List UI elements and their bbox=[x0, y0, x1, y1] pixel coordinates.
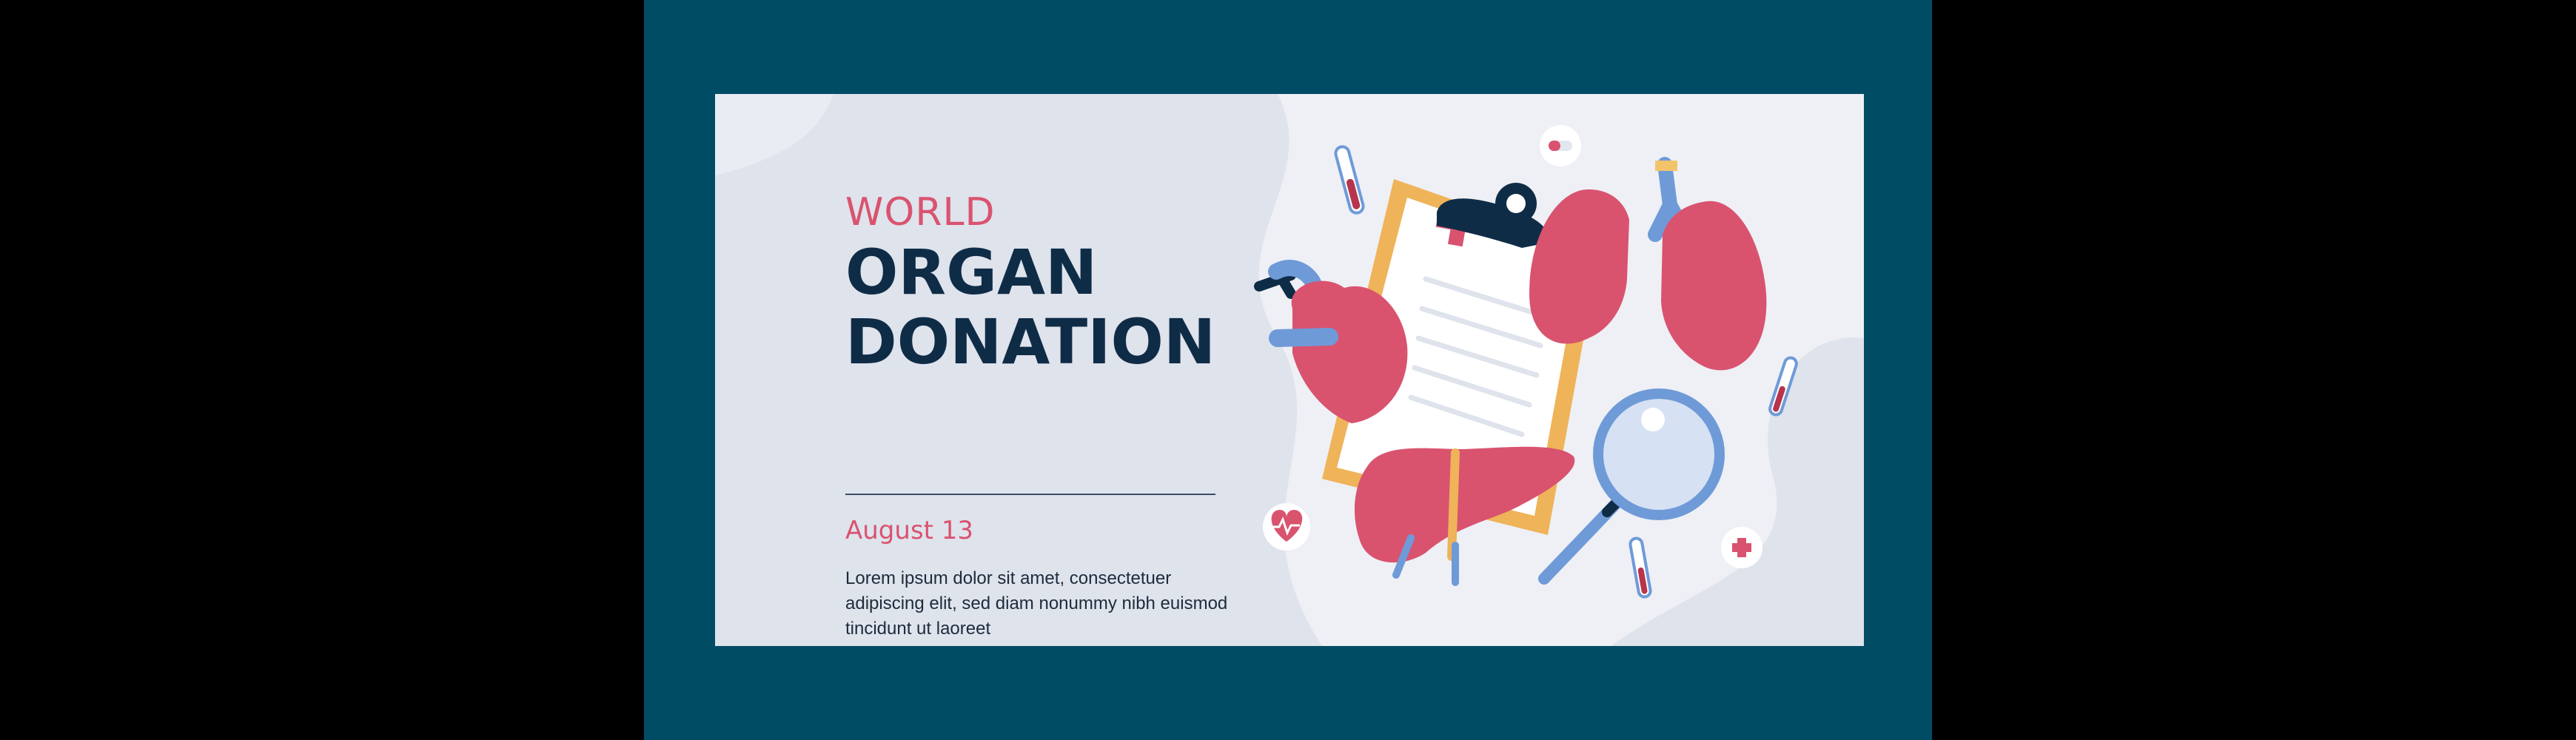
medical-cross-icon bbox=[1721, 527, 1762, 568]
pill-icon bbox=[1540, 125, 1581, 166]
cardiogram-icon bbox=[1263, 503, 1310, 551]
lungs-icon bbox=[1529, 157, 1767, 371]
frame-panel: WORLD ORGAN DONATION August 13 Lorem ips… bbox=[644, 0, 1932, 740]
organ-donation-banner: WORLD ORGAN DONATION August 13 Lorem ips… bbox=[715, 94, 1864, 646]
illustration bbox=[1254, 125, 1798, 599]
